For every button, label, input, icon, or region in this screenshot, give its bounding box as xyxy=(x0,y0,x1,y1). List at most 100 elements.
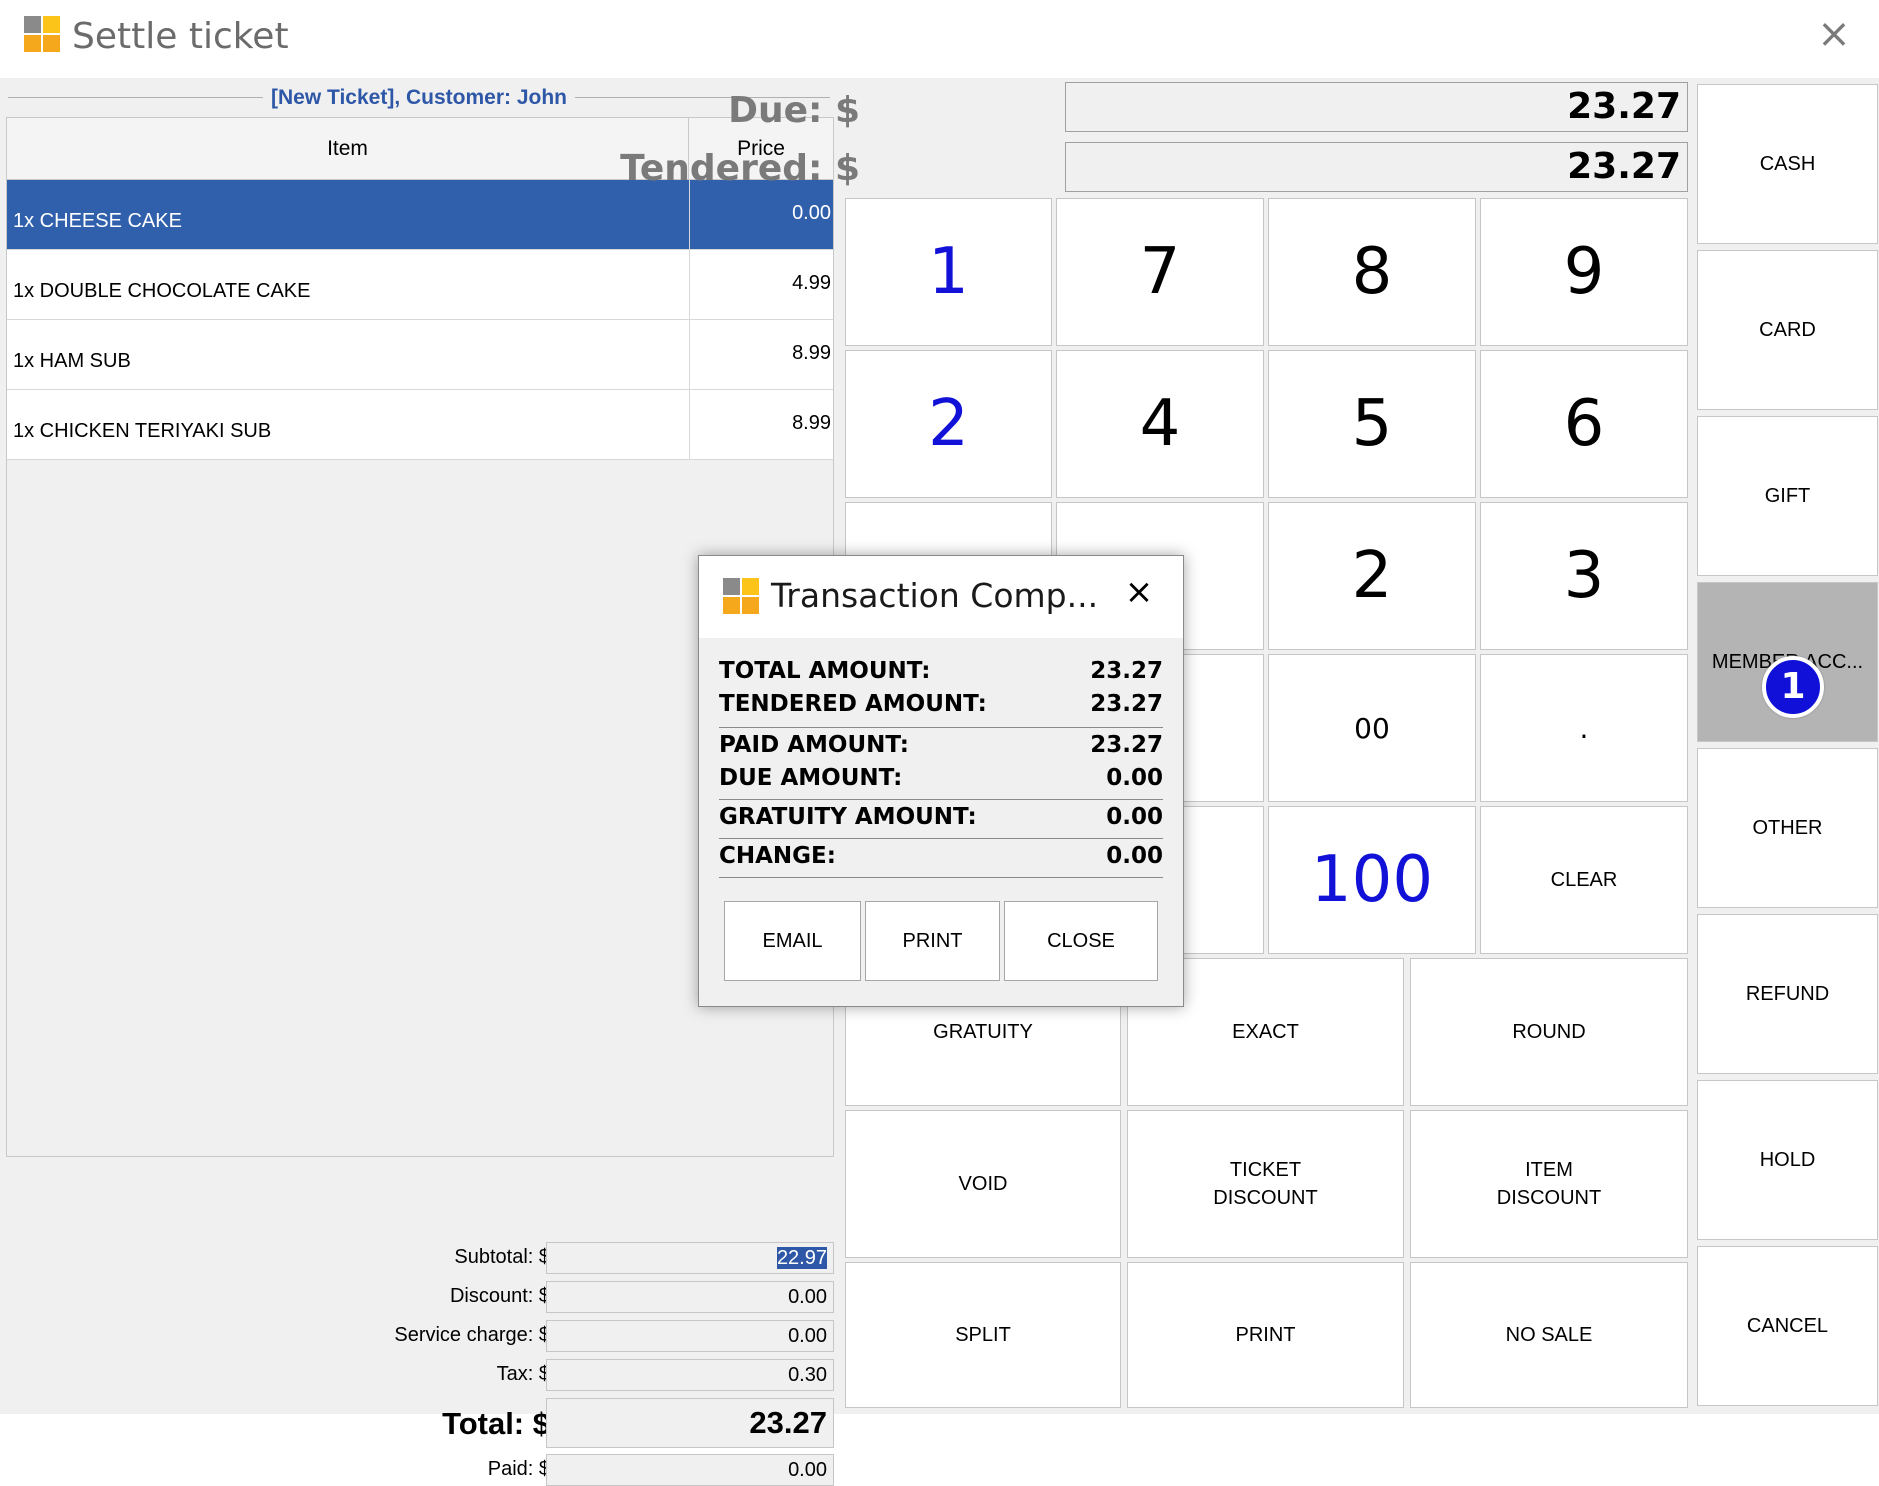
print-button[interactable]: PRINT xyxy=(1127,1262,1404,1408)
card-button[interactable]: CARD xyxy=(1697,250,1878,410)
subtotal-row: Subtotal: $ 22.97 xyxy=(6,1242,834,1274)
paid-amount-value: 23.27 xyxy=(1090,732,1163,758)
paid-row: Paid: $ 0.00 xyxy=(6,1454,834,1486)
tendered-label: Tendered: $ xyxy=(620,148,860,189)
key-8[interactable]: 8 xyxy=(1268,198,1476,346)
table-row[interactable]: 1x CHEESE CAKE 0.00 xyxy=(7,180,833,250)
tendered-amount-value: 23.27 xyxy=(1090,691,1163,717)
change-value: 0.00 xyxy=(1106,843,1163,869)
discount-row: Discount: $ 0.00 xyxy=(6,1281,834,1313)
item-discount-button[interactable]: ITEM DISCOUNT xyxy=(1410,1110,1688,1258)
total-label: Total: $ xyxy=(442,1406,550,1441)
close-icon[interactable]: × xyxy=(1816,14,1852,54)
table-row[interactable]: 1x CHICKEN TERIYAKI SUB 8.99 xyxy=(7,390,833,460)
hold-button[interactable]: HOLD xyxy=(1697,1080,1878,1240)
dialog-title: Transaction Comp... xyxy=(771,576,1099,615)
table-row[interactable]: 1x DOUBLE CHOCOLATE CAKE 4.99 xyxy=(7,250,833,320)
email-button[interactable]: EMAIL xyxy=(724,901,861,981)
tax-row: Tax: $ 0.30 xyxy=(6,1359,834,1391)
divider xyxy=(719,727,1163,728)
total-amount-label: TOTAL AMOUNT: xyxy=(719,658,931,684)
table-row[interactable]: 1x HAM SUB 8.99 xyxy=(7,320,833,390)
divider xyxy=(719,838,1163,839)
key-2[interactable]: 2 xyxy=(1268,502,1476,650)
settle-ticket-body: [New Ticket], Customer: John Item Price … xyxy=(0,78,1879,1486)
service-charge-row: Service charge: $ 0.00 xyxy=(6,1320,834,1352)
service-charge-label: Service charge: $ xyxy=(394,1324,550,1346)
app-logo-icon xyxy=(24,16,60,52)
step-badge: 1 xyxy=(1762,656,1824,718)
paid-amount-label: PAID AMOUNT: xyxy=(719,732,909,758)
cancel-button[interactable]: CANCEL xyxy=(1697,1246,1878,1406)
key-100[interactable]: 100 xyxy=(1268,806,1476,954)
key-6[interactable]: 6 xyxy=(1480,350,1688,498)
refund-button[interactable]: REFUND xyxy=(1697,914,1878,1074)
subtotal-field[interactable]: 22.97 xyxy=(546,1242,834,1274)
gift-button[interactable]: GIFT xyxy=(1697,416,1878,576)
other-button[interactable]: OTHER xyxy=(1697,748,1878,908)
dialog-title-bar: Transaction Comp... × xyxy=(699,556,1183,638)
key-4[interactable]: 4 xyxy=(1056,350,1264,498)
item-price: 8.99 xyxy=(792,342,831,364)
due-label: Due: $ xyxy=(728,90,860,131)
key-2-blue[interactable]: 2 xyxy=(845,350,1052,498)
due-amount-value: 0.00 xyxy=(1106,765,1163,791)
tendered-amount-field[interactable]: 23.27 xyxy=(1065,142,1688,192)
ticket-header: [New Ticket], Customer: John xyxy=(8,82,830,112)
tax-field[interactable]: 0.30 xyxy=(546,1359,834,1391)
paid-field[interactable]: 0.00 xyxy=(546,1454,834,1486)
key-00[interactable]: 00 xyxy=(1268,654,1476,802)
summary-row: CHANGE: 0.00 xyxy=(719,843,1163,877)
void-button[interactable]: VOID xyxy=(845,1110,1121,1258)
key-decimal[interactable]: . xyxy=(1480,654,1688,802)
close-icon[interactable]: × xyxy=(1119,572,1159,612)
item-name: 1x HAM SUB xyxy=(13,350,131,372)
clear-button[interactable]: CLEAR xyxy=(1480,806,1688,954)
gratuity-amount-label: GRATUITY AMOUNT: xyxy=(719,804,977,830)
subtotal-label: Subtotal: $ xyxy=(454,1246,550,1268)
dialog-print-button[interactable]: PRINT xyxy=(865,901,1000,981)
total-amount-value: 23.27 xyxy=(1090,658,1163,684)
tax-label: Tax: $ xyxy=(496,1363,550,1385)
discount-field[interactable]: 0.00 xyxy=(546,1281,834,1313)
key-5[interactable]: 5 xyxy=(1268,350,1476,498)
window-title: Settle ticket xyxy=(72,16,289,57)
item-name: 1x CHEESE CAKE xyxy=(13,210,182,232)
no-sale-button[interactable]: NO SALE xyxy=(1410,1262,1688,1408)
item-name: 1x DOUBLE CHOCOLATE CAKE xyxy=(13,280,311,302)
paid-label: Paid: $ xyxy=(487,1458,550,1480)
divider xyxy=(719,799,1163,800)
summary-row: TOTAL AMOUNT: 23.27 xyxy=(719,658,1163,692)
item-name: 1x CHICKEN TERIYAKI SUB xyxy=(13,420,272,442)
dialog-close-button[interactable]: CLOSE xyxy=(1004,901,1158,981)
item-price: 8.99 xyxy=(792,412,831,434)
summary-row: GRATUITY AMOUNT: 0.00 xyxy=(719,804,1163,838)
ticket-discount-button[interactable]: TICKET DISCOUNT xyxy=(1127,1110,1404,1258)
gratuity-amount-value: 0.00 xyxy=(1106,804,1163,830)
summary-row: DUE AMOUNT: 0.00 xyxy=(719,765,1163,799)
total-field[interactable]: 23.27 xyxy=(546,1398,834,1448)
key-9[interactable]: 9 xyxy=(1480,198,1688,346)
summary-row: PAID AMOUNT: 23.27 xyxy=(719,732,1163,766)
due-amount-label: DUE AMOUNT: xyxy=(719,765,903,791)
key-1[interactable]: 1 xyxy=(845,198,1052,346)
app-logo-icon xyxy=(723,578,759,614)
transaction-complete-dialog: Transaction Comp... × TOTAL AMOUNT: 23.2… xyxy=(698,555,1184,1007)
tendered-amount-label: TENDERED AMOUNT: xyxy=(719,691,987,717)
change-label: CHANGE: xyxy=(719,843,836,869)
item-price: 0.00 xyxy=(792,202,831,224)
summary-row: TENDERED AMOUNT: 23.27 xyxy=(719,691,1163,725)
total-row: Total: $ 23.27 xyxy=(6,1398,834,1448)
due-amount-field[interactable]: 23.27 xyxy=(1065,82,1688,132)
window-title-bar: Settle ticket × xyxy=(0,0,1879,78)
key-3[interactable]: 3 xyxy=(1480,502,1688,650)
divider xyxy=(719,877,1163,878)
ticket-customer-label: [New Ticket], Customer: John xyxy=(263,86,575,109)
split-button[interactable]: SPLIT xyxy=(845,1262,1121,1408)
key-7[interactable]: 7 xyxy=(1056,198,1264,346)
service-charge-field[interactable]: 0.00 xyxy=(546,1320,834,1352)
discount-label: Discount: $ xyxy=(449,1285,550,1307)
round-button[interactable]: ROUND xyxy=(1410,958,1688,1106)
cash-button[interactable]: CASH xyxy=(1697,84,1878,244)
column-header-item[interactable]: Item xyxy=(7,118,689,180)
